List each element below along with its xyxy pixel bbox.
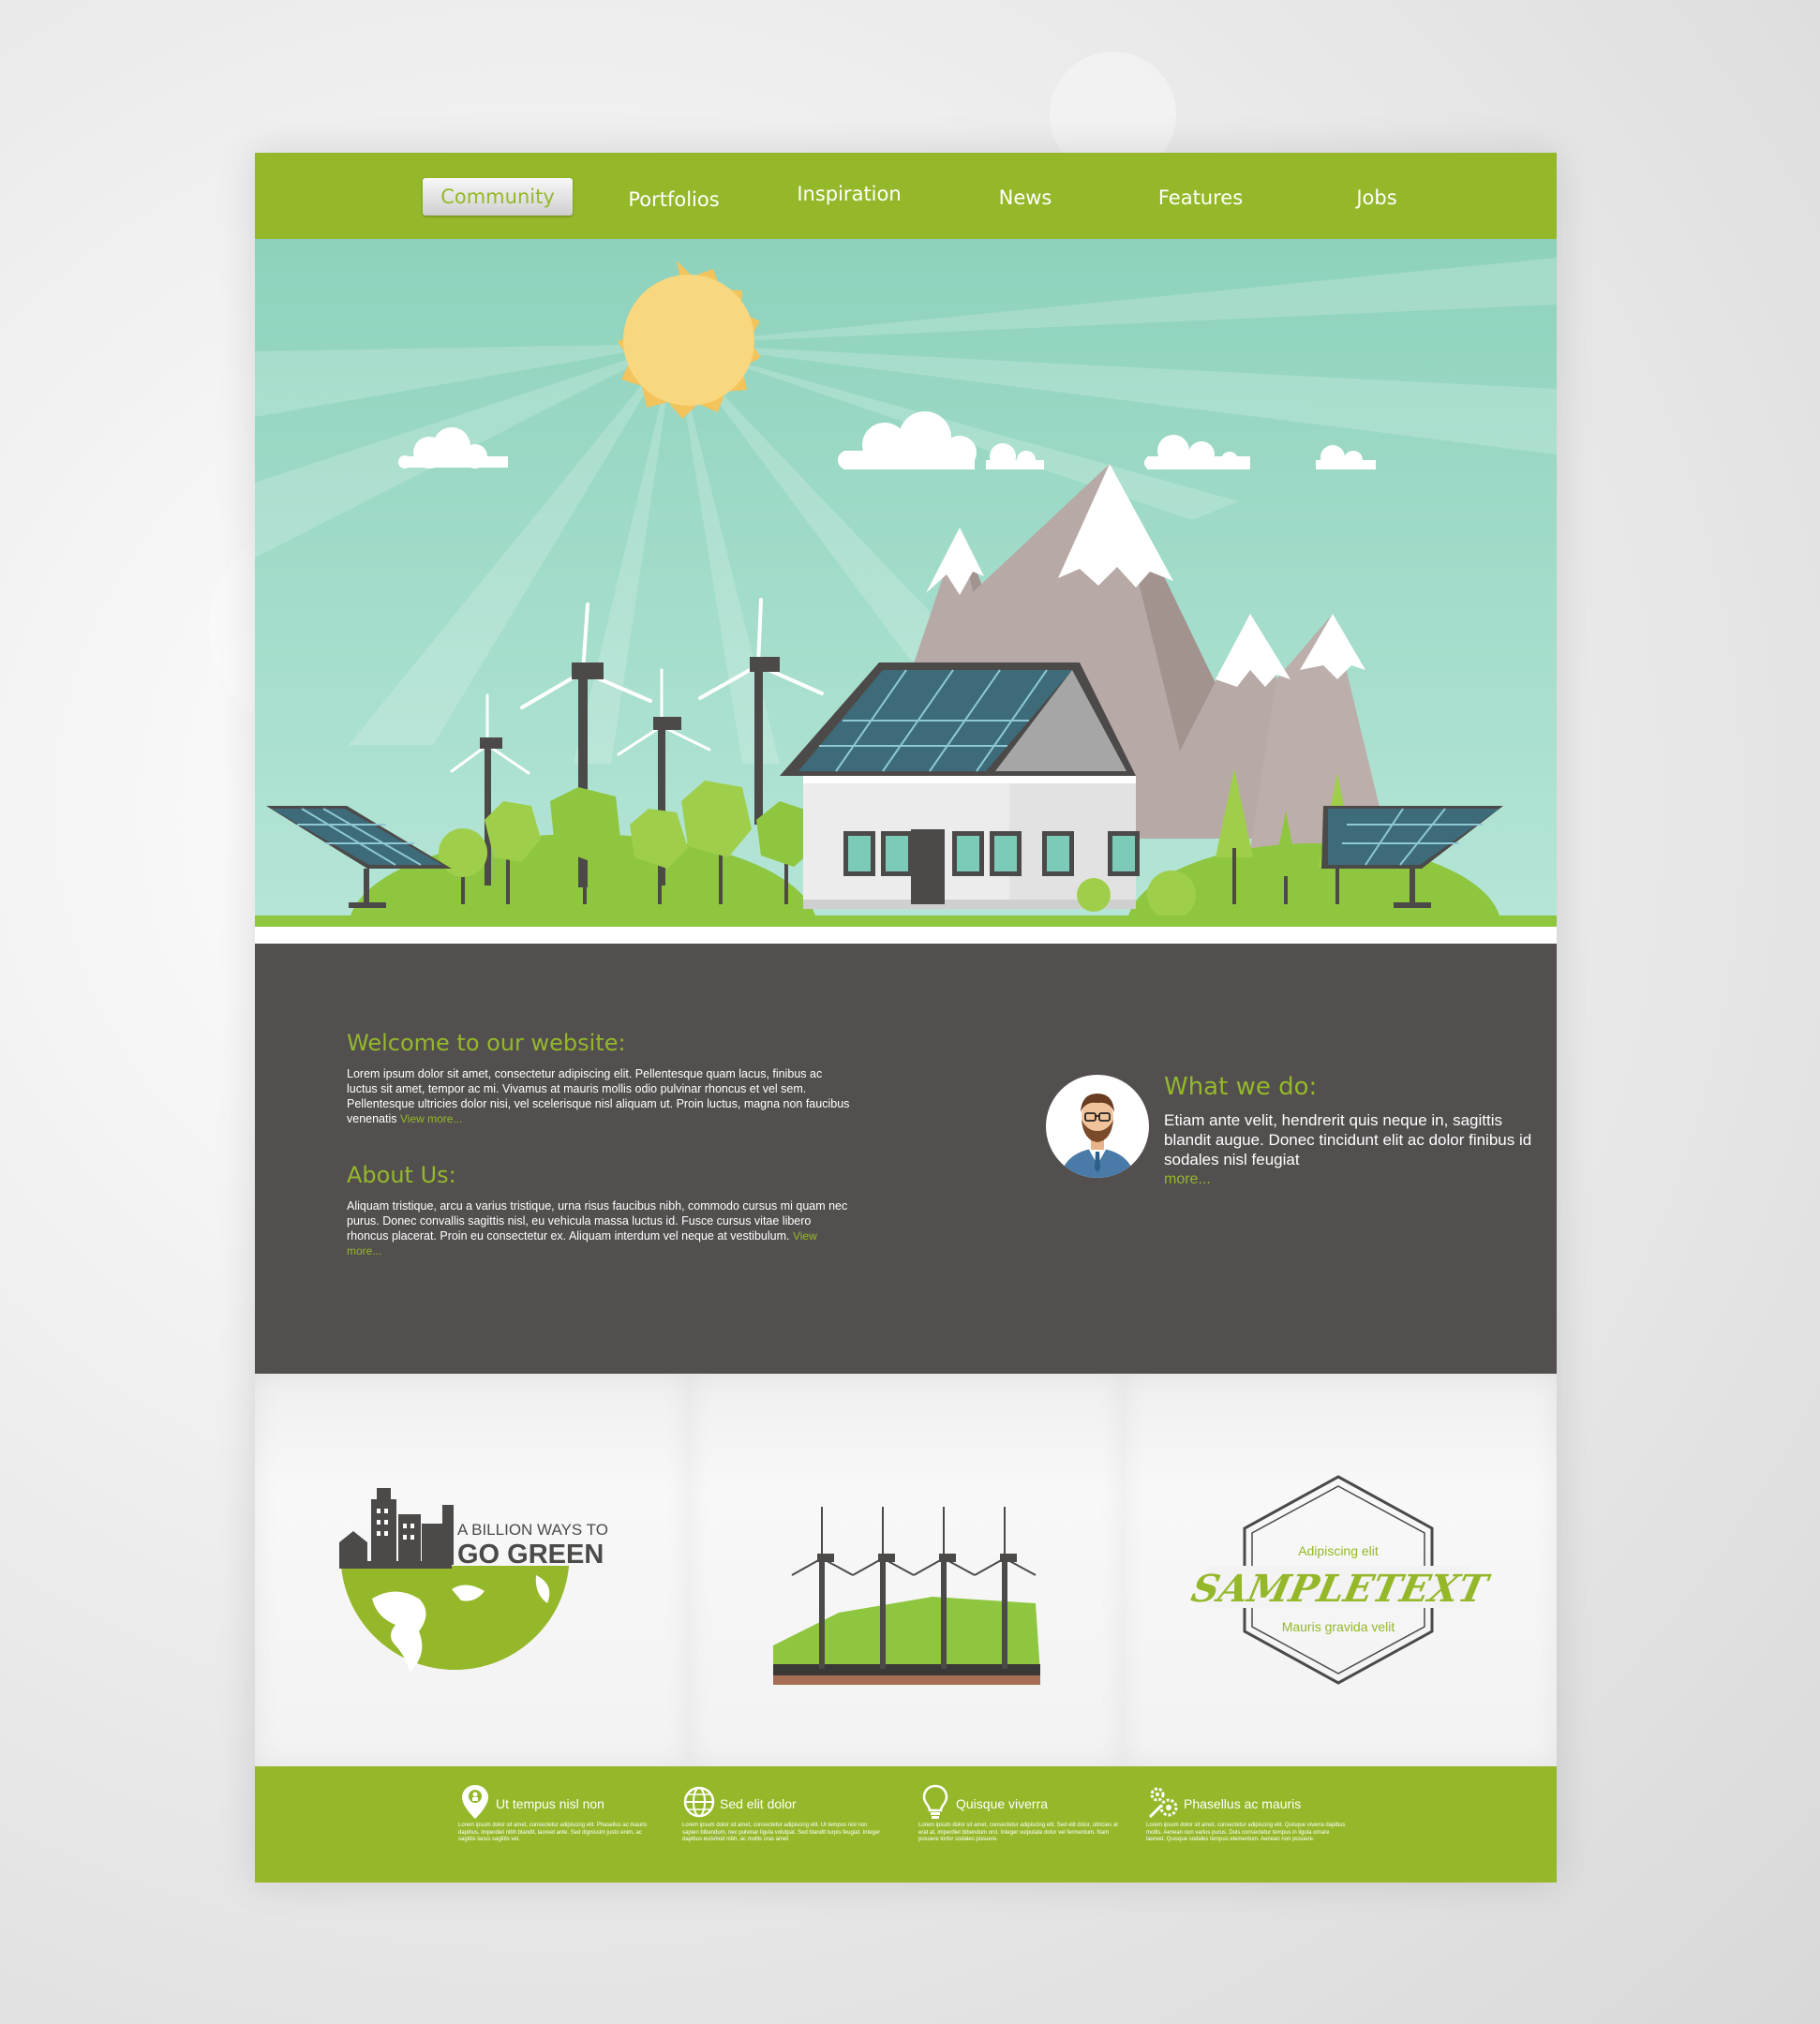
nav-item-portfolios[interactable]: Portfolios [599, 181, 749, 218]
go-green-emblem: A BILLION WAYS TO GO GREEN [339, 1488, 608, 1672]
feature-text: Lorem ipsum dolor sit amet, consectetur … [458, 1823, 648, 1842]
badge-bottom-text: Mauris gravida velit [1282, 1619, 1395, 1634]
welcome-paragraph: Lorem ipsum dolor sit amet, consectetur … [347, 1066, 853, 1126]
map-pin-icon [462, 1785, 488, 1819]
feature-text: Lorem ipsum dolor sit amet, consectetur … [1146, 1823, 1346, 1842]
card-wind-farm[interactable] [689, 1374, 1123, 1767]
what-we-do-heading: What we do: [1164, 1073, 1318, 1101]
gears-icon [1148, 1787, 1178, 1819]
card-go-green[interactable]: A BILLION WAYS TO GO GREEN [255, 1374, 689, 1767]
nav-item-community[interactable]: Community [423, 178, 573, 216]
globe-icon [683, 1786, 715, 1818]
feature-title: Phasellus ac mauris [1184, 1796, 1302, 1811]
what-we-do-paragraph: Etiam ante velit, hendrerit quis neque i… [1164, 1110, 1539, 1189]
feature-text: Lorem ipsum dolor sit amet, consectetur … [918, 1823, 1118, 1842]
go-green-title: GO GREEN [457, 1540, 604, 1570]
top-navigation: Community Portfolios Inspiration News Fe… [255, 153, 1557, 239]
about-paragraph: Aliquam tristique, arcu a varius tristiq… [347, 1198, 853, 1258]
avatar [1046, 1075, 1149, 1178]
about-heading: About Us: [347, 1162, 456, 1188]
ground-base [255, 927, 1557, 944]
globe-icon [341, 1566, 569, 1672]
welcome-heading: Welcome to our website: [347, 1030, 626, 1056]
lightbulb-icon [922, 1784, 948, 1819]
feature-title: Quisque viverra [956, 1796, 1049, 1811]
badge-top-text: Adipiscing elit [1298, 1543, 1379, 1558]
eco-landscape-scene [255, 239, 1557, 944]
feature-text: Lorem ipsum dolor sit amet, consectetur … [682, 1823, 881, 1842]
nav-item-inspiration[interactable]: Inspiration [774, 175, 924, 213]
wind-farm-illustration [773, 1507, 1040, 1685]
ground-strip [255, 915, 1557, 927]
webpage-template: Community Portfolios Inspiration News Fe… [255, 153, 1557, 1883]
nav-item-features[interactable]: Features [1126, 179, 1275, 216]
footer-features: Ut tempus nisl non Lorem ipsum dolor sit… [255, 1766, 1557, 1883]
about-text: Aliquam tristique, arcu a varius tristiq… [347, 1199, 848, 1243]
card-sample-badge[interactable]: Adipiscing elit SAMPLETEXT Mauris gravid… [1123, 1374, 1557, 1767]
badge-main-text: SAMPLETEXT [1187, 1566, 1494, 1610]
nav-item-news[interactable]: News [950, 179, 1100, 216]
what-we-do-more-link[interactable]: more... [1164, 1169, 1539, 1189]
nav-item-jobs[interactable]: Jobs [1302, 179, 1452, 216]
hexagon-badge: Adipiscing elit SAMPLETEXT Mauris gravid… [1187, 1475, 1494, 1685]
hero-illustration [255, 239, 1557, 944]
feature-title: Ut tempus nisl non [496, 1796, 604, 1811]
feature-title: Sed elit dolor [720, 1796, 797, 1811]
what-we-do-text: Etiam ante velit, hendrerit quis neque i… [1164, 1111, 1532, 1168]
city-skyline-icon [339, 1488, 454, 1567]
welcome-view-more-link[interactable]: View more... [400, 1112, 462, 1125]
info-panel: Welcome to our website: Lorem ipsum dolo… [255, 944, 1557, 1374]
go-green-tagline: A BILLION WAYS TO [457, 1521, 608, 1539]
